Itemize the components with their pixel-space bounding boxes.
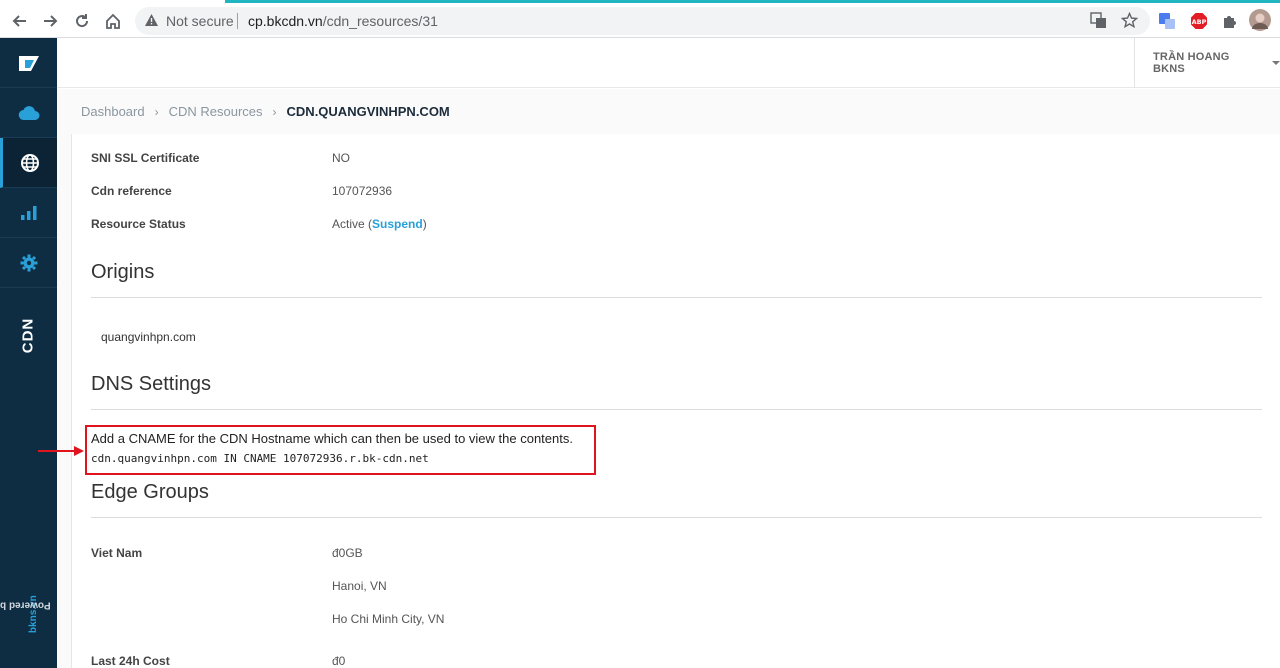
sidebar-item-statistics[interactable] [0,188,57,238]
cloud-icon [18,105,39,120]
detail-value-status: Active (Suspend) [332,217,427,231]
detail-label-status: Resource Status [91,217,186,231]
bar-chart-icon [20,205,36,220]
globe-icon [21,153,39,172]
sidebar-logo[interactable] [0,38,57,88]
sidebar-item-settings[interactable] [0,238,57,288]
dns-description: Add a CNAME for the CDN Hostname which c… [91,431,573,446]
powered-by[interactable]: Powered by bkns.vn [0,550,51,660]
home-icon[interactable] [101,9,125,33]
breadcrumb-dashboard[interactable]: Dashboard [81,104,145,119]
puzzle-icon[interactable] [1221,12,1239,35]
suspend-link[interactable]: Suspend [372,217,423,231]
dns-cname-record: cdn.quangvinhpn.com IN CNAME 107072936.r… [91,452,429,465]
sidebar-item-cloud[interactable] [0,88,57,138]
star-icon[interactable] [1120,11,1139,34]
reload-icon[interactable] [70,9,94,33]
translate-icon[interactable] [1090,12,1107,34]
detail-value-cdn-reference: 107072936 [332,184,393,198]
detail-label-cdn-reference: Cdn reference [91,184,172,198]
edge-groups-title: Edge Groups [91,481,209,503]
gear-icon [20,254,37,271]
cost-label: Last 24h Cost [91,654,170,668]
security-label[interactable]: Not secure [166,13,234,29]
edge-group-value: đ0GB [332,546,363,560]
caret-down-icon[interactable] [1272,61,1280,65]
resource-panel [71,134,1280,668]
divider [91,297,1262,298]
user-name[interactable]: TRẦN HOANG BKNS [1153,51,1264,75]
dns-title: DNS Settings [91,373,212,395]
chevron-right-icon: › [272,104,277,119]
url-text[interactable]: cp.bkcdn.vn/cdn_resources/31 [248,13,438,29]
back-icon[interactable] [8,9,32,33]
breadcrumb-current: CDN.QUANGVINHPN.COM [286,104,450,119]
address-bar[interactable]: Not secure cp.bkcdn.vn/cdn_resources/31 [135,7,1150,35]
sidebar-section-label: CDN [19,317,37,353]
breadcrumb-cdn-resources[interactable]: CDN Resources [169,104,263,119]
translate-extension-icon[interactable] [1158,12,1176,35]
cost-value: đ0 [332,654,346,668]
avatar[interactable] [1249,9,1271,36]
edge-group-label: Viet Nam [91,546,143,560]
sidebar: CDN Powered by bkns.vn [0,38,57,668]
arrow-right-icon [38,444,86,462]
detail-label-sni: SNI SSL Certificate [91,151,200,165]
edge-group-value: Ho Chi Minh City, VN [332,612,445,626]
breadcrumb: Dashboard › CDN Resources › CDN.QUANGVIN… [81,104,450,119]
divider [91,409,1262,410]
svg-text:ABP: ABP [1192,18,1207,26]
origin-item: quangvinhpn.com [101,330,196,344]
sidebar-item-cdn[interactable] [0,138,57,188]
logo-icon [18,55,39,71]
omnibox-separator [237,13,238,29]
edge-group-value: Hanoi, VN [332,579,387,593]
detail-value-sni: NO [332,151,350,165]
adblock-icon[interactable]: ABP [1190,12,1208,35]
divider [91,517,1262,518]
chevron-right-icon: › [154,104,159,119]
origins-title: Origins [91,261,155,283]
warning-icon[interactable] [144,13,159,32]
forward-icon[interactable] [38,9,62,33]
user-menu[interactable]: TRẦN HOANG BKNS [1134,38,1280,88]
app-header: TRẦN HOANG BKNS [57,38,1280,88]
browser-toolbar: Not secure cp.bkcdn.vn/cdn_resources/31 … [0,3,1280,38]
